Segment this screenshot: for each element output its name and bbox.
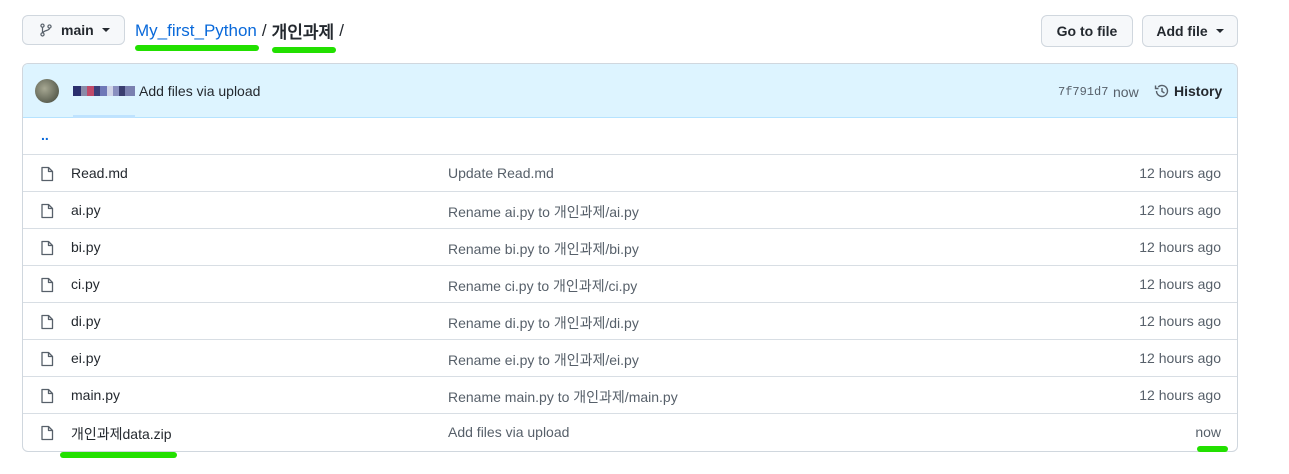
file-icon bbox=[41, 166, 54, 182]
go-to-file-button[interactable]: Go to file bbox=[1041, 15, 1133, 47]
username-pixelated[interactable] bbox=[73, 86, 135, 96]
file-name-link[interactable]: ei.py bbox=[71, 350, 101, 366]
table-row[interactable]: di.py Rename di.py to 개인과제/di.py 12 hours … bbox=[23, 303, 1237, 340]
commit-message-link[interactable]: Add files via upload bbox=[139, 83, 260, 99]
file-commit-message-link[interactable]: Rename main.py to 개인과제/main.py bbox=[448, 387, 678, 407]
file-commit-time: 12 hours ago bbox=[1139, 239, 1221, 255]
file-commit-message-link[interactable]: Add files via upload bbox=[448, 424, 569, 440]
table-row[interactable]: bi.py Rename bi.py to 개인과제/bi.py 12 hours … bbox=[23, 229, 1237, 266]
history-icon bbox=[1154, 84, 1169, 98]
table-row[interactable]: 개인과제data.zip Add files via upload now bbox=[23, 414, 1237, 451]
breadcrumb-current-folder: 개인과제 bbox=[271, 18, 336, 53]
commit-sha-link[interactable]: 7f791d7 bbox=[1058, 85, 1108, 99]
table-row[interactable]: ei.py Rename ei.py to 개인과제/ei.py 12 hours … bbox=[23, 340, 1237, 377]
file-name-link[interactable]: ci.py bbox=[71, 276, 100, 292]
file-commit-message-link[interactable]: Rename ai.py to 개인과제/ai.py bbox=[448, 202, 639, 222]
file-list-box: Add files via upload 7f791d7 now History… bbox=[22, 63, 1238, 452]
file-commit-message-link[interactable]: Rename ci.py to 개인과제/ci.py bbox=[448, 276, 637, 296]
file-navigation: main My_first_Python / 개인과제 / Go to file… bbox=[22, 15, 1238, 53]
branch-label: main bbox=[61, 22, 94, 38]
chevron-down-icon bbox=[101, 28, 110, 32]
file-commit-time: now bbox=[1195, 424, 1221, 440]
file-icon bbox=[41, 314, 54, 330]
highlight-underline-filename bbox=[60, 452, 177, 458]
breadcrumb-separator: / bbox=[339, 20, 344, 40]
file-name-link[interactable]: main.py bbox=[71, 387, 120, 403]
file-commit-time: 12 hours ago bbox=[1139, 313, 1221, 329]
file-name-link[interactable]: ai.py bbox=[71, 202, 101, 218]
avatar[interactable] bbox=[35, 79, 59, 103]
history-link[interactable]: History bbox=[1154, 83, 1222, 99]
file-commit-time: 12 hours ago bbox=[1139, 350, 1221, 366]
breadcrumb-repo-link[interactable]: My_first_Python bbox=[135, 21, 259, 51]
file-name-link[interactable]: di.py bbox=[71, 313, 101, 329]
parent-directory-link[interactable]: .. bbox=[41, 127, 49, 143]
file-name-link[interactable]: Read.md bbox=[71, 165, 128, 181]
history-label: History bbox=[1174, 83, 1223, 99]
file-name-link[interactable]: bi.py bbox=[71, 239, 101, 255]
file-commit-time: 12 hours ago bbox=[1139, 202, 1221, 218]
table-row[interactable]: Read.md Update Read.md 12 hours ago bbox=[23, 155, 1237, 192]
table-row[interactable]: main.py Rename main.py to 개인과제/main.py 12 … bbox=[23, 377, 1237, 414]
table-row[interactable]: ai.py Rename ai.py to 개인과제/ai.py 12 hours … bbox=[23, 192, 1237, 229]
file-commit-message-link[interactable]: Rename bi.py to 개인과제/bi.py bbox=[448, 239, 639, 259]
file-commit-message-link[interactable]: Rename di.py to 개인과제/di.py bbox=[448, 313, 639, 333]
file-commit-message-link[interactable]: Update Read.md bbox=[448, 165, 554, 181]
file-icon bbox=[41, 425, 54, 441]
file-icon bbox=[41, 240, 54, 256]
file-icon bbox=[41, 351, 54, 367]
commit-time: now bbox=[1113, 84, 1139, 100]
breadcrumb-separator: / bbox=[261, 20, 267, 40]
file-icon bbox=[41, 277, 54, 293]
highlight-underline-time bbox=[1197, 446, 1228, 452]
file-commit-time: 12 hours ago bbox=[1139, 387, 1221, 403]
latest-commit-bar: Add files via upload 7f791d7 now History bbox=[23, 64, 1237, 118]
table-row[interactable]: ci.py Rename ci.py to 개인과제/ci.py 12 hours … bbox=[23, 266, 1237, 303]
file-commit-time: 12 hours ago bbox=[1139, 276, 1221, 292]
file-commit-time: 12 hours ago bbox=[1139, 165, 1221, 181]
file-icon bbox=[41, 388, 54, 404]
breadcrumb: My_first_Python / 개인과제 / bbox=[135, 18, 349, 53]
file-name-link[interactable]: 개인과제data.zip bbox=[71, 424, 172, 444]
add-file-button[interactable]: Add file bbox=[1142, 15, 1238, 47]
branch-selector-button[interactable]: main bbox=[22, 15, 125, 45]
file-icon bbox=[41, 203, 54, 219]
parent-directory-row[interactable]: .. bbox=[23, 118, 1237, 155]
chevron-down-icon bbox=[1215, 29, 1224, 33]
add-file-label: Add file bbox=[1156, 23, 1208, 39]
file-commit-message-link[interactable]: Rename ei.py to 개인과제/ei.py bbox=[448, 350, 639, 370]
file-rows: Read.md Update Read.md 12 hours ago ai.py Re… bbox=[23, 155, 1237, 451]
git-branch-icon bbox=[40, 23, 52, 37]
